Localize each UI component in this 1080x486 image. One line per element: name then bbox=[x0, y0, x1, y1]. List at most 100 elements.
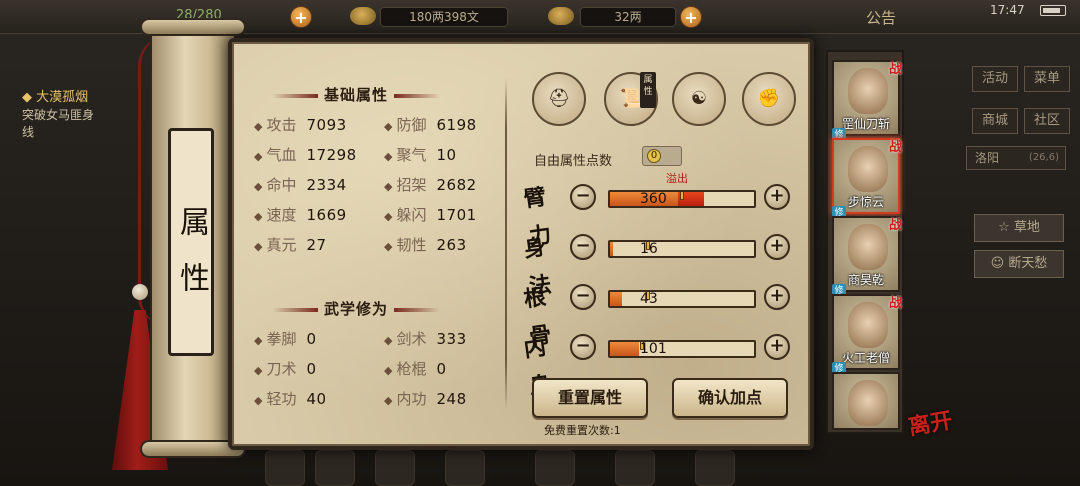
attr-row-agility: 身法 − 16 + bbox=[522, 228, 790, 301]
attr-row-strength: 臂力 − 360 + bbox=[522, 178, 790, 251]
add-gold-button[interactable]: + bbox=[680, 6, 702, 28]
scroll-cap-top bbox=[140, 18, 246, 36]
taiji-icon[interactable]: ☯ bbox=[672, 72, 726, 126]
gold-icon bbox=[548, 7, 574, 25]
attr-name: 根骨 bbox=[522, 283, 553, 351]
bar-fill bbox=[610, 342, 639, 356]
plus-button[interactable]: + bbox=[764, 234, 790, 260]
hero-card[interactable]: 战 火工老僧 修 bbox=[832, 294, 902, 376]
hero-card[interactable]: 战 罡仙刀斩 修 bbox=[832, 60, 902, 142]
hero-portrait bbox=[848, 302, 888, 348]
free-points-box: 0 bbox=[642, 146, 682, 166]
silver-icon bbox=[350, 7, 376, 25]
bar-fill bbox=[610, 242, 613, 256]
minus-button[interactable]: − bbox=[570, 284, 596, 310]
quest-desc: 突破女马匪身 线 bbox=[22, 108, 95, 139]
add-stamina-button[interactable]: + bbox=[290, 6, 312, 28]
quest-title: ◆ 大漠孤烟 bbox=[22, 90, 89, 105]
attr-bar: 360 bbox=[608, 190, 756, 208]
place-button-grass[interactable]: ☆ 草地 bbox=[974, 214, 1064, 242]
hero-card-selected[interactable]: 战 步惊云 修 bbox=[832, 138, 902, 220]
attribute-tab-tag: 属性 bbox=[640, 72, 656, 108]
announcement-button[interactable]: 公告 bbox=[866, 7, 896, 28]
battle-tag: 战 bbox=[888, 296, 902, 311]
free-points-label: 自由属性点数 bbox=[534, 154, 613, 169]
hat-icon[interactable]: ⛑ bbox=[532, 72, 586, 126]
attr-value: 360 bbox=[640, 191, 667, 207]
free-reset-count: 免费重置次数:1 bbox=[544, 424, 621, 437]
attr-value: 16 bbox=[640, 241, 658, 257]
reset-attributes-button[interactable]: 重置属性 bbox=[532, 378, 648, 418]
attr-row-bone: 根骨 − 43 + bbox=[522, 278, 790, 351]
nav-icon-4[interactable] bbox=[445, 450, 485, 486]
gold-display: 32两 bbox=[580, 7, 676, 27]
battle-tag: 战 bbox=[888, 140, 902, 155]
stat-sword: ◆ 剑术 333 bbox=[384, 330, 467, 348]
section-divider bbox=[505, 78, 507, 410]
stat-attack: ◆ 攻击 7093 bbox=[254, 116, 347, 134]
stat-speed: ◆ 速度 1669 bbox=[254, 206, 347, 224]
bottom-nav bbox=[215, 446, 815, 486]
stat-hp: ◆ 气血 17298 bbox=[254, 146, 357, 164]
basic-attributes-title: 基础属性 bbox=[256, 84, 456, 105]
martial-title: 武学修为 bbox=[256, 298, 456, 319]
nav-icon-3[interactable] bbox=[375, 450, 415, 486]
free-points-value: 0 bbox=[647, 149, 661, 163]
nav-icon-2[interactable] bbox=[315, 450, 355, 486]
hero-portrait bbox=[848, 146, 888, 192]
shop-button[interactable]: 商城 bbox=[972, 108, 1018, 134]
stat-defense: ◆ 防御 6198 bbox=[384, 116, 477, 134]
attr-row-breath: 内息 − 101 + bbox=[522, 328, 790, 400]
silver-display: 180两398文 bbox=[380, 7, 508, 27]
confirm-points-button[interactable]: 确认加点 bbox=[672, 378, 788, 418]
stat-blade: ◆ 刀术 0 bbox=[254, 360, 317, 378]
stat-inner: ◆ 内功 248 bbox=[384, 390, 467, 408]
stat-true-energy: ◆ 真元 27 bbox=[254, 236, 327, 254]
bar-fill bbox=[610, 292, 622, 306]
attr-name: 内息 bbox=[522, 333, 553, 400]
bar-marker bbox=[680, 192, 684, 200]
minus-button[interactable]: − bbox=[570, 234, 596, 260]
nav-icon-5[interactable] bbox=[535, 450, 575, 486]
nav-icon-7[interactable] bbox=[695, 450, 735, 486]
nav-icon-1[interactable] bbox=[265, 450, 305, 486]
minus-button[interactable]: − bbox=[570, 184, 596, 210]
menu-button[interactable]: 菜单 bbox=[1024, 66, 1070, 92]
community-button[interactable]: 社区 bbox=[1024, 108, 1070, 134]
stat-hit: ◆ 命中 2334 bbox=[254, 176, 347, 194]
attribute-dialog: 基础属性 ◆ 攻击 7093 ◆ 防御 6198 ◆ 气血 17298 ◆ 聚气 10 ◆ 命中 2… bbox=[228, 38, 814, 450]
system-clock: 17:47 bbox=[990, 3, 1025, 17]
stat-fist: ◆ 拳脚 0 bbox=[254, 330, 317, 348]
attr-name: 身法 bbox=[522, 233, 553, 301]
stat-lightness: ◆ 轻功 40 bbox=[254, 390, 327, 408]
plus-button[interactable]: + bbox=[764, 284, 790, 310]
quest-panel[interactable]: ◆ 大漠孤烟 突破女马匪身 线 bbox=[22, 86, 152, 146]
nav-icon-6[interactable] bbox=[615, 450, 655, 486]
minus-button[interactable]: − bbox=[570, 334, 596, 360]
activity-button[interactable]: 活动 bbox=[972, 66, 1018, 92]
tassel-bead bbox=[132, 284, 148, 300]
muscle-icon[interactable]: ✊ bbox=[742, 72, 796, 126]
hero-portrait bbox=[848, 224, 888, 270]
battle-tag: 战 bbox=[888, 218, 902, 233]
hero-portrait bbox=[848, 68, 888, 114]
location-display: 洛阳 (26,6) bbox=[966, 146, 1066, 170]
battery-icon bbox=[1040, 5, 1066, 16]
attr-bar: 43 bbox=[608, 290, 756, 308]
stat-qi: ◆ 聚气 10 bbox=[384, 146, 457, 164]
plus-button[interactable]: + bbox=[764, 334, 790, 360]
battle-tag: 战 bbox=[888, 62, 902, 77]
hero-card[interactable] bbox=[832, 372, 900, 430]
attr-name: 臂力 bbox=[522, 183, 553, 251]
attr-bar: 101 bbox=[608, 340, 756, 358]
place-button-duantianchou[interactable]: ☺ 断天愁 bbox=[974, 250, 1064, 278]
stat-dodge: ◆ 躲闪 1701 bbox=[384, 206, 477, 224]
attr-bar: 16 bbox=[608, 240, 756, 258]
hero-card[interactable]: 战 商昊乾 修 bbox=[832, 216, 902, 298]
stat-spear: ◆ 枪棍 0 bbox=[384, 360, 447, 378]
plus-button[interactable]: + bbox=[764, 184, 790, 210]
stat-toughness: ◆ 韧性 263 bbox=[384, 236, 467, 254]
hero-portrait bbox=[848, 380, 888, 426]
attr-value: 101 bbox=[640, 341, 667, 357]
stat-parry: ◆ 招架 2682 bbox=[384, 176, 477, 194]
